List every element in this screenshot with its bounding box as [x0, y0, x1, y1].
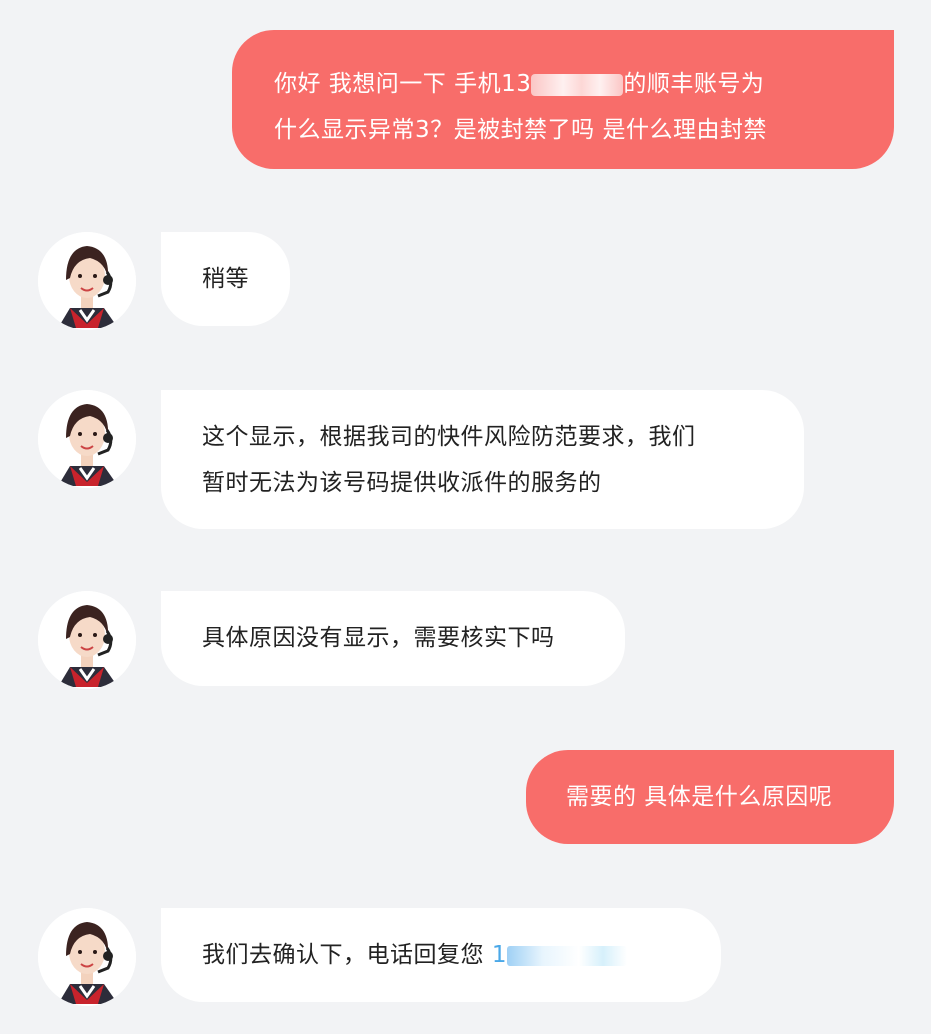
incoming-message-bubble[interactable]: 稍等: [161, 232, 290, 326]
agent-avatar-icon[interactable]: [38, 908, 136, 1006]
message-text: 我们去确认下，电话回复您 1: [202, 932, 721, 978]
message-text-line: 这个显示，根据我司的快件风险防范要求，我们: [202, 424, 696, 450]
phone-number-link[interactable]: 1: [492, 942, 627, 968]
message-text-line: 你好 我想问一下 手机13 的顺丰账号为: [274, 71, 765, 97]
outgoing-message-bubble[interactable]: 需要的 具体是什么原因呢: [526, 750, 894, 844]
redacted-phone-number: [531, 73, 624, 96]
agent-avatar-icon[interactable]: [38, 390, 136, 488]
message-text-line: 暂时无法为该号码提供收派件的服务的: [202, 470, 602, 496]
message-text: 稍等: [202, 266, 249, 292]
agent-avatar-icon[interactable]: [38, 232, 136, 330]
outgoing-message-bubble[interactable]: 你好 我想问一下 手机13 的顺丰账号为 什么显示异常3？是被封禁了吗 是什么理由…: [232, 30, 894, 169]
agent-avatar-icon[interactable]: [38, 591, 136, 689]
incoming-message-bubble[interactable]: 这个显示，根据我司的快件风险防范要求，我们 暂时无法为该号码提供收派件的服务的: [161, 390, 804, 529]
incoming-message-bubble[interactable]: 具体原因没有显示，需要核实下吗: [161, 591, 625, 686]
message-text-line: 什么显示异常3？是被封禁了吗 是什么理由封禁: [274, 117, 767, 143]
incoming-message-bubble[interactable]: 我们去确认下，电话回复您 1: [161, 908, 721, 1002]
message-text: 需要的 具体是什么原因呢: [566, 784, 833, 810]
redacted-phone-number: [506, 945, 627, 966]
message-text: 具体原因没有显示，需要核实下吗: [202, 625, 555, 651]
